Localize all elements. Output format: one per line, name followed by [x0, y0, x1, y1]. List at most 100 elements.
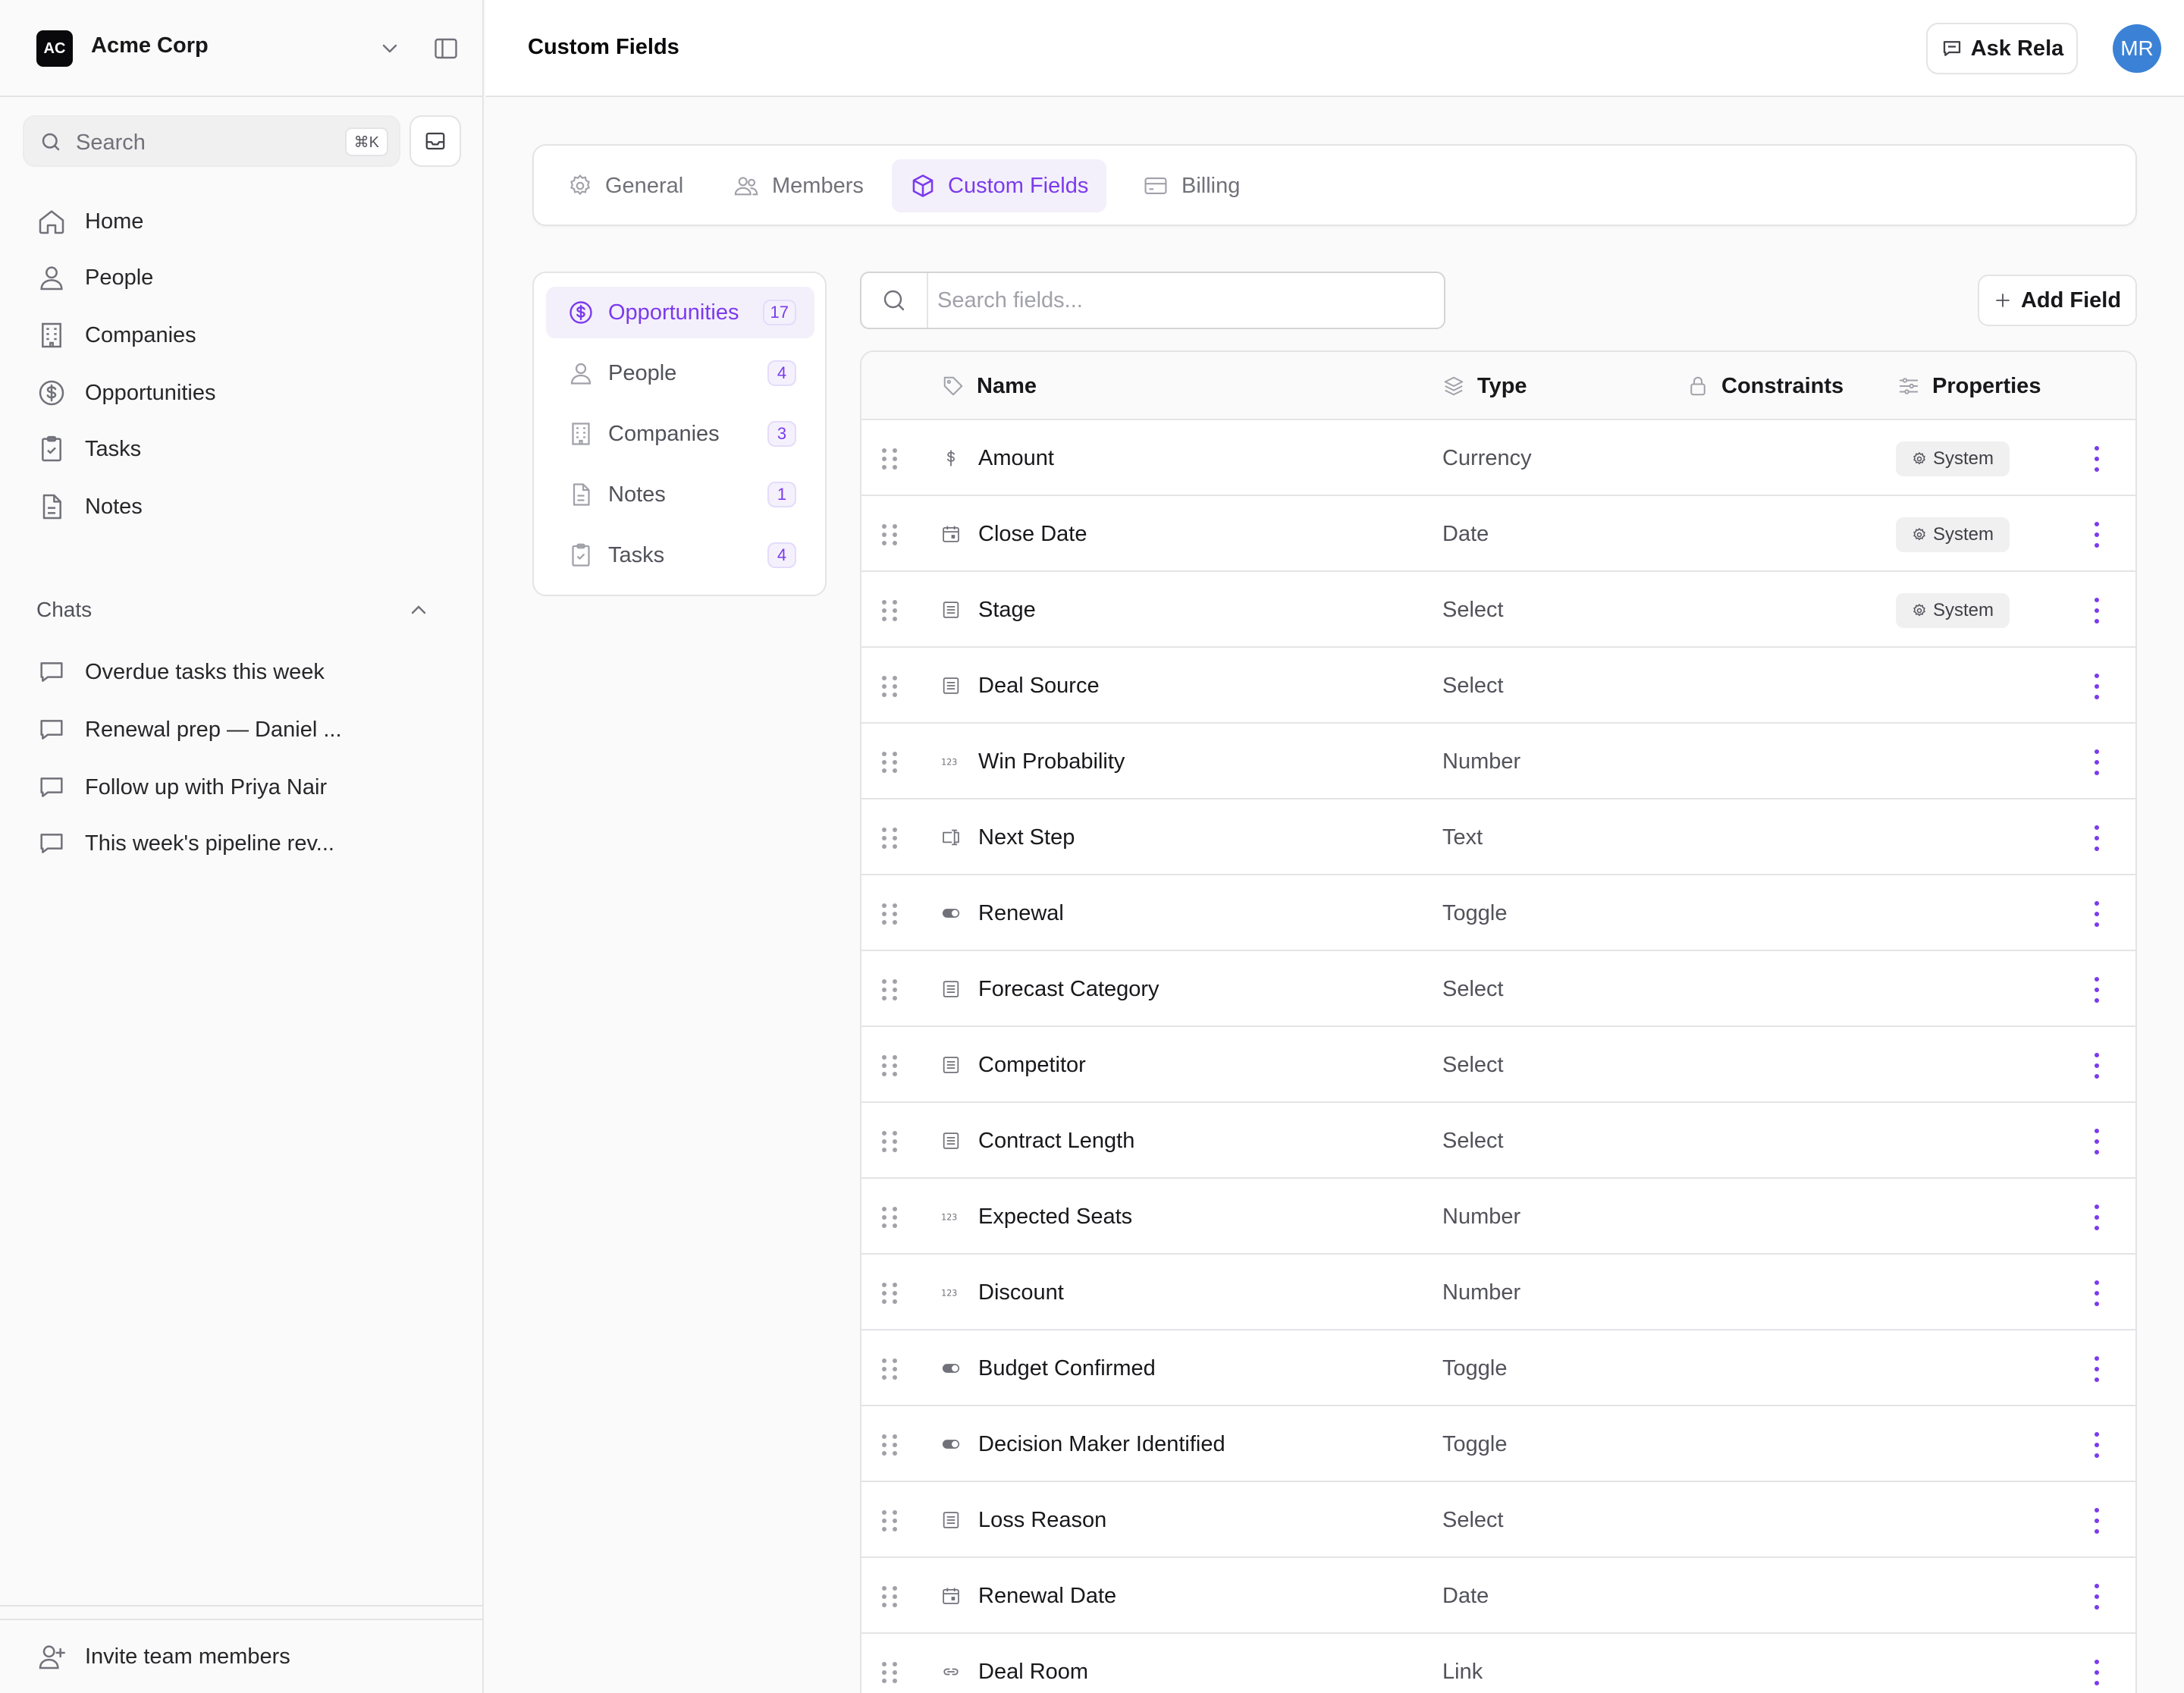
chats-heading: Chats: [36, 598, 93, 621]
nav-item-tasks[interactable]: Tasks: [30, 425, 455, 473]
more-options-icon[interactable]: [2090, 522, 2104, 548]
object-item-opportunities[interactable]: Opportunities 17: [546, 287, 814, 338]
nav-item-people[interactable]: People: [30, 253, 455, 302]
drag-handle-icon[interactable]: [881, 675, 898, 698]
drag-handle-icon[interactable]: [881, 1434, 898, 1456]
ask-rela-button[interactable]: Ask Rela: [1926, 23, 2078, 74]
nav-item-home[interactable]: Home: [30, 197, 455, 246]
chat-item[interactable]: Overdue tasks this week: [30, 648, 455, 696]
table-row[interactable]: Budget Confirmed Toggle: [861, 1330, 2135, 1406]
chevron-up-icon[interactable]: [406, 598, 431, 622]
object-item-companies[interactable]: Companies 3: [546, 408, 814, 460]
search-fields-input[interactable]: [937, 281, 1423, 320]
sidebar-toggle-icon[interactable]: [432, 35, 460, 62]
more-options-icon[interactable]: [2090, 749, 2104, 775]
object-item-people[interactable]: People 4: [546, 347, 814, 399]
column-header-constraints[interactable]: Constraints: [1687, 352, 1844, 420]
field-name: Competitor: [978, 1053, 1086, 1077]
table-row[interactable]: Renewal Date Date: [861, 1558, 2135, 1634]
search-label: Search: [76, 130, 146, 155]
tab-custom-fields[interactable]: Custom Fields: [892, 159, 1107, 212]
drag-handle-icon[interactable]: [881, 1130, 898, 1153]
svg-text:123: 123: [941, 1289, 957, 1299]
field-type: Select: [1442, 1129, 1504, 1153]
add-field-button[interactable]: Add Field: [1978, 275, 2137, 326]
more-options-icon[interactable]: [2090, 1129, 2104, 1154]
inbox-button[interactable]: [410, 115, 461, 167]
drag-handle-icon[interactable]: [881, 1282, 898, 1305]
table-row[interactable]: Contract Length Select: [861, 1103, 2135, 1179]
drag-handle-icon[interactable]: [881, 1206, 898, 1229]
object-label: Opportunities: [608, 300, 739, 325]
chat-item[interactable]: Renewal prep — Daniel ...: [30, 705, 455, 754]
field-name: Stage: [978, 598, 1036, 622]
dollar-circle-icon: [39, 380, 64, 406]
object-item-notes[interactable]: Notes 1: [546, 469, 814, 520]
drag-handle-icon[interactable]: [881, 903, 898, 925]
chat-item[interactable]: This week's pipeline rev...: [30, 819, 455, 868]
drag-handle-icon[interactable]: [881, 1358, 898, 1380]
invite-team-button[interactable]: Invite team members: [30, 1632, 455, 1681]
drag-handle-icon[interactable]: [881, 1054, 898, 1077]
workspace-name: Acme Corp: [91, 33, 209, 58]
plus-icon: [1996, 294, 2010, 307]
table-row[interactable]: Loss Reason Select: [861, 1482, 2135, 1558]
drag-handle-icon[interactable]: [881, 978, 898, 1001]
more-options-icon[interactable]: [2090, 1508, 2104, 1534]
more-options-icon[interactable]: [2090, 901, 2104, 927]
tab-general[interactable]: General: [549, 159, 701, 212]
avatar[interactable]: MR: [2113, 24, 2161, 73]
table-row[interactable]: Forecast Category Select: [861, 951, 2135, 1027]
more-options-icon[interactable]: [2090, 977, 2104, 1003]
column-header-properties[interactable]: Properties: [1897, 352, 2041, 420]
workspace-switcher[interactable]: AC Acme Corp: [0, 0, 482, 97]
more-options-icon[interactable]: [2090, 1356, 2104, 1382]
more-options-icon[interactable]: [2090, 1584, 2104, 1610]
drag-handle-icon[interactable]: [881, 523, 898, 546]
chevron-down-icon[interactable]: [378, 36, 402, 61]
table-row[interactable]: Competitor Select: [861, 1027, 2135, 1103]
table-row[interactable]: Close Date Date System: [861, 496, 2135, 572]
more-options-icon[interactable]: [2090, 1205, 2104, 1230]
table-row[interactable]: Next Step Text: [861, 799, 2135, 875]
more-options-icon[interactable]: [2090, 446, 2104, 472]
drag-handle-icon[interactable]: [881, 1509, 898, 1532]
drag-handle-icon[interactable]: [881, 1661, 898, 1684]
column-header-type[interactable]: Type: [1442, 352, 1527, 420]
table-row[interactable]: Deal Source Select: [861, 648, 2135, 724]
column-header-name[interactable]: Name: [942, 352, 1037, 420]
tab-members[interactable]: Members: [714, 159, 882, 212]
table-row[interactable]: 123 Expected Seats Number: [861, 1179, 2135, 1255]
table-row[interactable]: 123 Discount Number: [861, 1255, 2135, 1330]
nav-label: Tasks: [85, 436, 142, 461]
more-options-icon[interactable]: [2090, 1432, 2104, 1458]
sidebar-search[interactable]: Search ⌘K: [23, 115, 400, 167]
nav-item-notes[interactable]: Notes: [30, 482, 455, 531]
drag-handle-icon[interactable]: [881, 448, 898, 470]
field-type: Link: [1442, 1660, 1483, 1684]
table-row[interactable]: Stage Select System: [861, 572, 2135, 648]
search-icon: [883, 290, 905, 311]
table-row[interactable]: Amount Currency System: [861, 420, 2135, 496]
table-row[interactable]: 123 Win Probability Number: [861, 724, 2135, 799]
chat-item[interactable]: Follow up with Priya Nair: [30, 763, 455, 812]
drag-handle-icon[interactable]: [881, 827, 898, 850]
object-item-tasks[interactable]: Tasks 4: [546, 529, 814, 581]
drag-handle-icon[interactable]: [881, 1585, 898, 1608]
calendar-icon: [943, 526, 959, 542]
table-row[interactable]: Deal Room Link: [861, 1634, 2135, 1693]
more-options-icon[interactable]: [2090, 825, 2104, 851]
table-row[interactable]: Decision Maker Identified Toggle: [861, 1406, 2135, 1482]
nav-item-companies[interactable]: Companies: [30, 311, 455, 360]
table-row[interactable]: Renewal Toggle: [861, 875, 2135, 951]
more-options-icon[interactable]: [2090, 1280, 2104, 1306]
more-options-icon[interactable]: [2090, 1053, 2104, 1079]
nav-item-opportunities[interactable]: Opportunities: [30, 369, 455, 417]
more-options-icon[interactable]: [2090, 674, 2104, 699]
more-options-icon[interactable]: [2090, 598, 2104, 623]
more-options-icon[interactable]: [2090, 1660, 2104, 1685]
tab-billing[interactable]: Billing: [1124, 159, 1258, 212]
drag-handle-icon[interactable]: [881, 599, 898, 622]
drag-handle-icon[interactable]: [881, 751, 898, 774]
field-type: Date: [1442, 1584, 1489, 1608]
